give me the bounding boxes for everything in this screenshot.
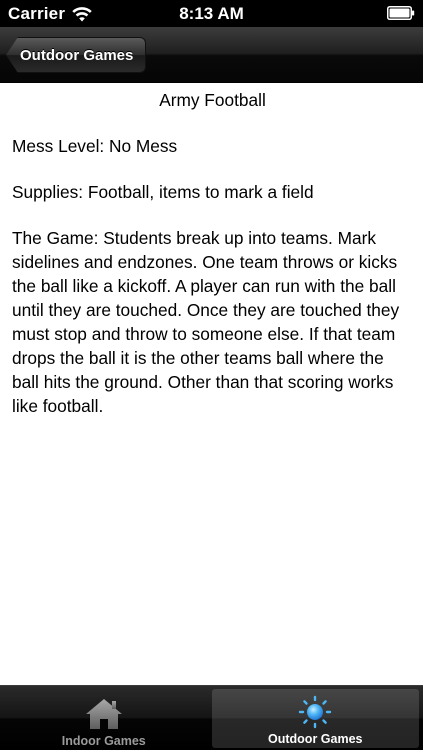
supplies-text: Supplies: Football, items to mark a fiel… (12, 182, 314, 202)
tab-label-outdoor: Outdoor Games (268, 732, 363, 746)
sun-icon (299, 695, 332, 729)
status-left: Carrier (8, 4, 93, 24)
tab-label-indoor: Indoor Games (61, 734, 146, 748)
house-icon (85, 699, 122, 729)
wifi-icon (72, 6, 92, 21)
status-bar: Carrier 8:13 AM (0, 0, 423, 27)
navigation-bar: Outdoor Games (0, 27, 423, 83)
tab-outdoor-games[interactable]: Outdoor Games (211, 689, 419, 748)
game-title: Army Football (159, 90, 266, 110)
back-button[interactable]: Outdoor Games (6, 37, 147, 73)
game-description: The Game: Students break up into teams. … (12, 228, 400, 416)
game-detail-content: Army Football Mess Level: No Mess Suppli… (0, 84, 423, 685)
battery-icon (387, 6, 415, 20)
carrier-label: Carrier (8, 3, 66, 23)
tab-bar: Indoor Games Outdoor Games (0, 685, 423, 750)
mess-level-text: Mess Level: No Mess (12, 136, 178, 156)
tab-indoor-games[interactable]: Indoor Games (0, 686, 208, 750)
